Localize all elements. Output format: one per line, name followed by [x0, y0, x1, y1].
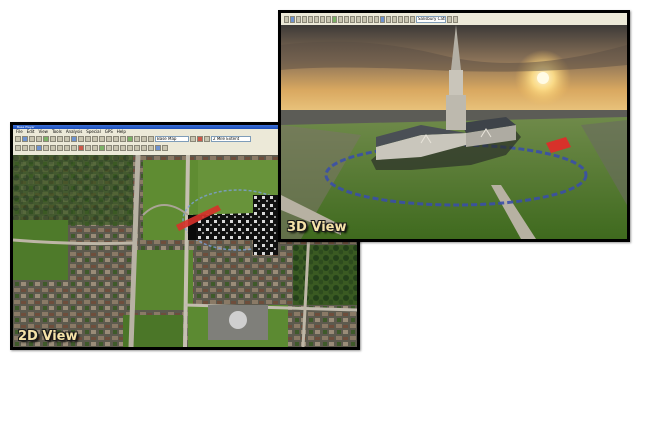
gps-icon[interactable] — [127, 135, 133, 142]
menu-gps[interactable]: GPS — [105, 129, 113, 134]
zoom-in-icon[interactable] — [50, 135, 56, 142]
orbit-icon[interactable] — [314, 15, 319, 23]
rotate-icon[interactable] — [50, 144, 56, 151]
record-icon[interactable] — [392, 15, 397, 23]
menu-special[interactable]: Special — [86, 129, 100, 134]
view-label-2d: 2D View — [18, 329, 78, 344]
location-select[interactable]: Salisbury Cath — [416, 15, 446, 23]
help-icon[interactable] — [204, 135, 210, 142]
identify-icon[interactable] — [78, 135, 84, 142]
menu-analysis[interactable]: Analysis — [66, 129, 82, 134]
delete-icon[interactable] — [78, 144, 84, 151]
ruler-icon[interactable] — [106, 135, 112, 142]
pan-3d-icon[interactable] — [320, 15, 325, 23]
menu-view[interactable]: View — [38, 129, 48, 134]
measure-3d-icon[interactable] — [368, 15, 373, 23]
sun-icon[interactable] — [338, 15, 343, 23]
draw-polygon-icon[interactable] — [29, 144, 35, 151]
select-icon[interactable] — [71, 135, 77, 142]
scale-icon[interactable] — [57, 144, 63, 151]
rotate-3d-icon[interactable] — [362, 15, 367, 23]
text-icon[interactable] — [99, 135, 105, 142]
redo-icon[interactable] — [92, 144, 98, 151]
layers-3d-icon[interactable] — [386, 15, 391, 23]
buffer-icon[interactable] — [99, 144, 105, 151]
draw-icon[interactable] — [92, 135, 98, 142]
stop-3d-icon[interactable] — [404, 15, 409, 23]
window-3d-view: Salisbury Cath 3D View — [278, 10, 630, 242]
arrow-icon[interactable] — [190, 135, 196, 142]
file-icon[interactable] — [284, 15, 289, 23]
menu-file[interactable]: File — [16, 129, 23, 134]
query-icon[interactable] — [106, 144, 112, 151]
fly-3d-icon[interactable] — [344, 15, 349, 23]
view-label-3d: 3D View — [287, 220, 347, 235]
north-arrow-icon[interactable] — [148, 144, 154, 151]
help-3d-icon[interactable] — [453, 15, 458, 23]
menu-tools[interactable]: Tools — [52, 129, 62, 134]
zoom-3d-icon[interactable] — [326, 15, 331, 23]
go-icon[interactable] — [447, 15, 452, 23]
tilt-icon[interactable] — [356, 15, 361, 23]
base-map-select[interactable]: Base Map — [155, 135, 189, 142]
settings-icon[interactable] — [410, 15, 415, 23]
undo-icon[interactable] — [85, 144, 91, 151]
globe-icon[interactable] — [113, 135, 119, 142]
measure-icon[interactable] — [85, 135, 91, 142]
open-icon[interactable] — [22, 135, 28, 142]
menu-edit[interactable]: Edit — [27, 129, 35, 134]
new-icon[interactable] — [15, 135, 21, 142]
scene-canvas-3d[interactable]: 3D View — [281, 25, 627, 239]
layer-icon[interactable] — [43, 135, 49, 142]
symbol-icon[interactable] — [127, 144, 133, 151]
camera-icon[interactable] — [308, 15, 313, 23]
print-3d-icon[interactable] — [302, 15, 307, 23]
model-icon[interactable] — [380, 15, 385, 23]
fly-icon[interactable] — [162, 144, 168, 151]
refresh-icon[interactable] — [120, 135, 126, 142]
extent-icon[interactable] — [141, 135, 147, 142]
menu-help[interactable]: Help — [117, 129, 126, 134]
print-icon[interactable] — [36, 135, 42, 142]
save-3d-icon[interactable] — [296, 15, 301, 23]
scene-3d — [281, 25, 627, 239]
table-icon[interactable] — [113, 144, 119, 151]
terrain-icon[interactable] — [332, 15, 337, 23]
draw-point-icon[interactable] — [15, 144, 21, 151]
stop-icon[interactable] — [197, 135, 203, 142]
save-icon[interactable] — [29, 135, 35, 142]
draw-line-icon[interactable] — [22, 144, 28, 151]
open-3d-icon[interactable] — [290, 15, 295, 23]
edit-vertex-icon[interactable] — [36, 144, 42, 151]
zoom-out-icon[interactable] — [57, 135, 63, 142]
extent-select[interactable]: 2 Mile Extent — [211, 135, 251, 142]
label-icon[interactable] — [134, 144, 140, 151]
legend-icon[interactable] — [141, 144, 147, 151]
paste-icon[interactable] — [71, 144, 77, 151]
bookmark-icon[interactable] — [134, 135, 140, 142]
walk-icon[interactable] — [350, 15, 355, 23]
move-icon[interactable] — [43, 144, 49, 151]
select-3d-icon[interactable] — [374, 15, 379, 23]
pan-icon[interactable] — [64, 135, 70, 142]
play-icon[interactable] — [398, 15, 403, 23]
app-chrome-3d: Salisbury Cath — [281, 13, 627, 25]
three-d-icon[interactable] — [155, 144, 161, 151]
home-icon[interactable] — [148, 135, 154, 142]
chart-icon[interactable] — [120, 144, 126, 151]
toolbar-3d: Salisbury Cath — [281, 13, 627, 25]
copy-icon[interactable] — [64, 144, 70, 151]
